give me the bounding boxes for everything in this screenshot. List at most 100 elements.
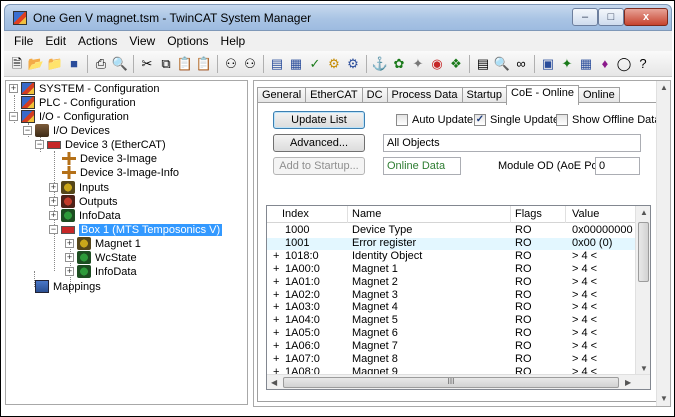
tree-item-box-infodata[interactable]: + InfoData xyxy=(65,264,137,279)
watch-icon[interactable]: ✦ xyxy=(558,55,576,73)
row-expand-toggle[interactable]: + xyxy=(273,250,279,262)
expand-toggle[interactable]: + xyxy=(9,84,18,93)
panel-scroll-up-arrow-icon[interactable]: ▲ xyxy=(660,83,668,92)
table-row[interactable]: +1A02:0 Magnet 3 RO > 4 < xyxy=(267,289,637,302)
show-values-icon[interactable]: ▣ xyxy=(539,55,557,73)
collapse-toggle[interactable]: − xyxy=(35,140,44,149)
horizontal-scroll-thumb[interactable]: III xyxy=(283,377,619,388)
collapse-toggle[interactable]: − xyxy=(9,112,18,121)
save-icon[interactable]: ■ xyxy=(65,55,83,73)
config-tree[interactable]: + SYSTEM - Configuration PLC - Configura… xyxy=(5,80,248,405)
login-icon[interactable]: ⚓ xyxy=(371,55,389,73)
table-row[interactable]: 1000 Device Type RO 0x00000000 xyxy=(267,224,637,237)
copy-icon[interactable]: ⧉ xyxy=(157,55,175,73)
tree-item-box1[interactable]: − Box 1 (MTS Temposonics V) xyxy=(49,222,223,237)
properties-icon[interactable]: ▤ xyxy=(474,55,492,73)
table-row[interactable]: +1A07:0 Magnet 8 RO > 4 < xyxy=(267,353,637,366)
table-row[interactable]: +1018:0 Identity Object RO > 4 < xyxy=(267,250,637,263)
single-update-checkbox[interactable]: ✓ Single Update xyxy=(474,114,559,126)
minimize-button[interactable]: – xyxy=(572,8,598,26)
zoom-icon[interactable]: 🔍 xyxy=(493,55,511,73)
open-icon[interactable]: 📂 xyxy=(27,55,45,73)
scroll-left-arrow-icon[interactable]: ◀ xyxy=(271,378,277,387)
menu-edit[interactable]: Edit xyxy=(39,34,72,48)
coe-object-list[interactable]: Index Name Flags Value 1000 Device Type RO… xyxy=(266,205,651,390)
expand-toggle[interactable]: + xyxy=(65,267,74,276)
scroll-up-arrow-icon[interactable]: ▲ xyxy=(640,208,648,217)
device-icon[interactable]: ▤ xyxy=(268,55,286,73)
row-expand-toggle[interactable]: + xyxy=(273,340,279,352)
tree-item-outputs[interactable]: + Outputs xyxy=(49,194,118,209)
column-header-index[interactable]: Index xyxy=(282,208,309,220)
online-icon[interactable]: ✿ xyxy=(390,55,408,73)
tab-coe-online[interactable]: CoE - Online xyxy=(506,85,579,105)
title-bar[interactable]: One Gen V magnet.tsm - TwinCAT System Ma… xyxy=(4,4,672,31)
info-icon[interactable]: ♦ xyxy=(596,55,614,73)
list-horizontal-scrollbar[interactable]: ◀ III ▶ xyxy=(267,374,650,389)
question-icon[interactable]: ? xyxy=(634,55,652,73)
table-row[interactable]: 1001 Error register RO 0x00 (0) xyxy=(267,237,637,250)
tree-item-wcstate[interactable]: + WcState xyxy=(65,250,137,265)
find-next-icon[interactable]: ⚇ xyxy=(241,55,259,73)
check-icon[interactable]: ✓ xyxy=(306,55,324,73)
scan-icon[interactable]: ◉ xyxy=(428,55,446,73)
list-vertical-scrollbar[interactable]: ▲ ▼ xyxy=(635,206,650,376)
column-header-name[interactable]: Name xyxy=(352,208,381,220)
column-divider[interactable] xyxy=(347,206,348,223)
table-row[interactable]: +1A06:0 Magnet 7 RO > 4 < xyxy=(267,340,637,353)
update-list-button[interactable]: Update List xyxy=(273,111,365,129)
column-header-value[interactable]: Value xyxy=(572,208,599,220)
vertical-scroll-thumb[interactable] xyxy=(638,222,649,282)
maximize-button[interactable]: □ xyxy=(598,8,624,26)
menu-actions[interactable]: Actions xyxy=(72,34,123,48)
expand-toggle[interactable]: + xyxy=(49,197,58,206)
menu-options[interactable]: Options xyxy=(161,34,214,48)
paste-special-icon[interactable]: 📋 xyxy=(195,55,213,73)
restart-icon[interactable]: ⚙ xyxy=(344,55,362,73)
tree-item-io-devices[interactable]: − I/O Devices xyxy=(23,123,110,138)
show-offline-checkbox[interactable]: Show Offline Data xyxy=(556,114,660,126)
table-row[interactable]: +1A00:0 Magnet 1 RO > 4 < xyxy=(267,263,637,276)
tree-item-device3-image-info[interactable]: Device 3-Image-Info xyxy=(62,165,179,180)
table-row[interactable]: +1A04:0 Magnet 5 RO > 4 < xyxy=(267,314,637,327)
tree-item-plc[interactable]: PLC - Configuration xyxy=(21,95,136,110)
tree-item-magnet1[interactable]: + Magnet 1 xyxy=(65,236,141,251)
column-divider[interactable] xyxy=(565,206,566,223)
auto-update-checkbox[interactable]: Auto Update xyxy=(396,114,473,126)
row-expand-toggle[interactable]: + xyxy=(273,289,279,301)
row-expand-toggle[interactable]: + xyxy=(273,327,279,339)
table-row[interactable]: +1A01:0 Magnet 2 RO > 4 < xyxy=(267,276,637,289)
scroll-down-arrow-icon[interactable]: ▼ xyxy=(640,364,648,373)
row-expand-toggle[interactable]: + xyxy=(273,353,279,365)
tree-item-inputs[interactable]: + Inputs xyxy=(49,180,109,195)
help-icon[interactable]: ▦ xyxy=(577,55,595,73)
row-expand-toggle[interactable]: + xyxy=(273,301,279,313)
panel-vertical-scrollbar[interactable]: ▲ ▼ xyxy=(656,81,670,406)
collapse-toggle[interactable]: − xyxy=(49,225,58,234)
star-icon[interactable]: ❖ xyxy=(447,55,465,73)
advanced-button[interactable]: Advanced... xyxy=(273,134,365,152)
cut-icon[interactable]: ✂ xyxy=(138,55,156,73)
expand-toggle[interactable]: + xyxy=(49,183,58,192)
expand-toggle[interactable]: + xyxy=(65,253,74,262)
tree-item-system[interactable]: + SYSTEM - Configuration xyxy=(9,81,159,96)
activate-icon[interactable]: ⚙ xyxy=(325,55,343,73)
table-row[interactable]: +1A03:0 Magnet 4 RO > 4 < xyxy=(267,301,637,314)
about-icon[interactable]: ◯ xyxy=(615,55,633,73)
close-button[interactable]: x xyxy=(624,8,668,26)
link-icon[interactable]: ✦ xyxy=(409,55,427,73)
collapse-toggle[interactable]: − xyxy=(23,126,32,135)
row-expand-toggle[interactable]: + xyxy=(273,276,279,288)
generate-mappings-icon[interactable]: ▦ xyxy=(287,55,305,73)
tree-item-io[interactable]: − I/O - Configuration xyxy=(9,109,129,124)
menu-file[interactable]: File xyxy=(8,34,39,48)
tree-item-device3-image[interactable]: Device 3-Image xyxy=(62,151,157,166)
find-icon[interactable]: ⚇ xyxy=(222,55,240,73)
row-expand-toggle[interactable]: + xyxy=(273,314,279,326)
menu-help[interactable]: Help xyxy=(215,34,252,48)
scroll-right-arrow-icon[interactable]: ▶ xyxy=(625,378,631,387)
tree-item-device3[interactable]: − Device 3 (EtherCAT) xyxy=(35,137,166,152)
expand-toggle[interactable]: + xyxy=(49,211,58,220)
print-preview-icon[interactable]: 🔍 xyxy=(111,55,129,73)
row-expand-toggle[interactable]: + xyxy=(273,263,279,275)
